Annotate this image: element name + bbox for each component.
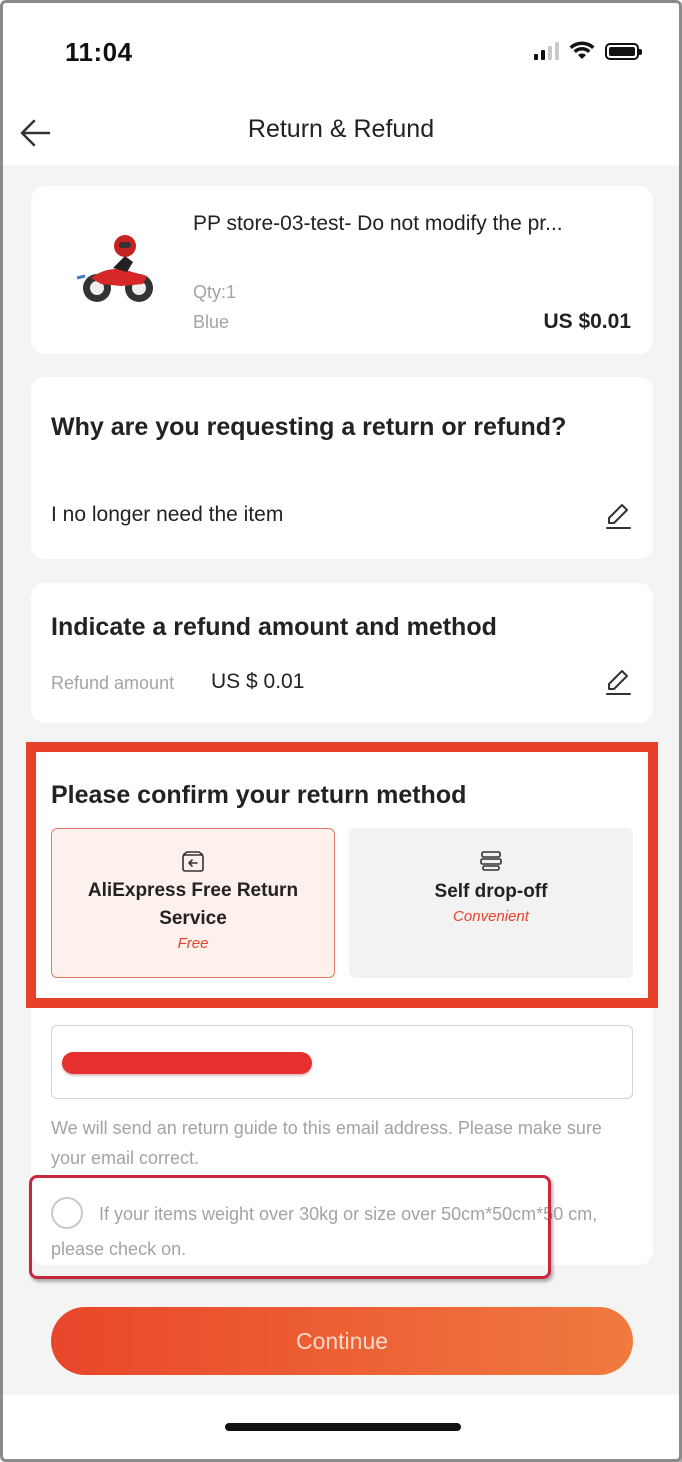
status-time: 11:04: [65, 37, 133, 67]
page-title: Return & Refund: [247, 115, 435, 143]
home-bar-area: [3, 1395, 679, 1459]
reason-heading: Why are you requesting a return or refun…: [51, 413, 567, 441]
edit-reason-icon[interactable]: [603, 501, 633, 531]
refund-amount-value: US $ 0.01: [211, 670, 305, 693]
annotation-outline-small: [29, 1175, 551, 1279]
product-card[interactable]: PP store-03-test- Do not modify the pr..…: [31, 186, 653, 354]
product-price: US $0.01: [543, 310, 631, 333]
refund-card: Indicate a refund amount and method Refu…: [31, 583, 653, 723]
cellular-signal-icon: [534, 42, 559, 60]
reason-value: I no longer need the item: [51, 503, 284, 526]
product-title: PP store-03-test- Do not modify the pr..…: [193, 212, 563, 235]
status-icons: [534, 41, 642, 61]
email-field[interactable]: [51, 1025, 633, 1099]
product-color: Blue: [193, 312, 230, 332]
edit-refund-icon[interactable]: [603, 667, 633, 697]
redaction-mark: [62, 1052, 312, 1074]
email-hint: We will send an return guide to this ema…: [51, 1118, 602, 1168]
wifi-icon: [569, 41, 595, 59]
product-qty: Qty:1: [193, 282, 237, 302]
nav-bar: Return & Refund: [3, 103, 679, 165]
battery-icon: [605, 42, 642, 60]
continue-button[interactable]: Continue: [51, 1307, 633, 1375]
annotation-highlight-box: [26, 742, 658, 1008]
refund-amount-label: Refund amount: [51, 673, 175, 693]
refund-heading: Indicate a refund amount and method: [51, 613, 497, 641]
phone-frame: 11:04 Return & Refund PP store-03-test- …: [0, 0, 682, 1462]
reason-card: Why are you requesting a return or refun…: [31, 377, 653, 559]
home-indicator: [225, 1423, 461, 1431]
status-bar: 11:04: [3, 3, 679, 103]
product-thumbnail: [76, 235, 153, 302]
